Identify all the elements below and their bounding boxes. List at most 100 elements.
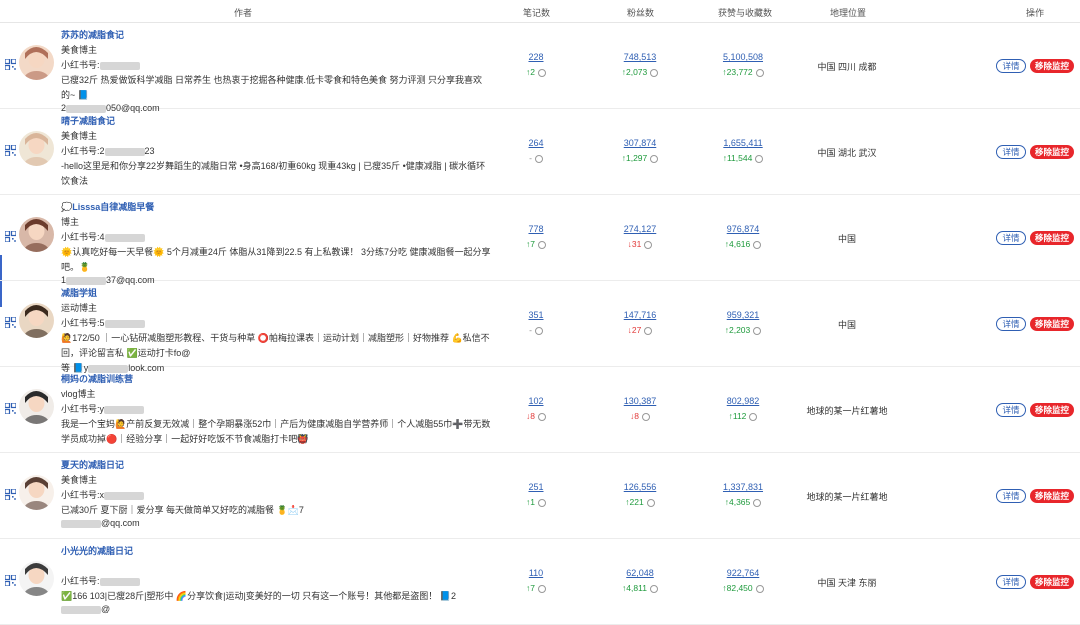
qr-code-icon[interactable] [5, 59, 16, 70]
avatar[interactable] [19, 475, 54, 510]
author-name[interactable]: 小光光的减脂日记 [61, 544, 491, 559]
clock-icon [534, 326, 543, 335]
author-name[interactable]: 苏苏的减脂食记 [61, 28, 491, 43]
clock-icon [641, 412, 650, 421]
notes-delta-value: ↑2 [526, 67, 535, 77]
table-row: 💭Lisssa自律减脂早餐 博主 小红书号:4 🌞认真吃好每一天早餐🌞 5个月减… [0, 195, 1080, 285]
table-row: 桐妈の减脂训练营 vlog博主 小红书号:y 我是一个宝妈🙋产前反复无效减｜整个… [0, 367, 1080, 453]
clock-icon [644, 326, 653, 335]
author-name[interactable]: 桐妈の减脂训练营 [61, 372, 491, 387]
location: 中国 天津 东丽 [817, 578, 877, 588]
qr-code-icon[interactable] [5, 489, 16, 500]
qr-code-icon[interactable] [5, 575, 16, 586]
notes-delta-value: - [529, 325, 532, 335]
remove-monitor-button[interactable]: 移除监控 [1030, 59, 1074, 73]
xhs-id: 小红书号:4 [61, 230, 491, 245]
qr-code-icon[interactable] [5, 145, 16, 156]
col-notes[interactable]: 笔记数 [523, 6, 550, 19]
likes-delta-value: ↑112 [728, 411, 747, 421]
detail-button[interactable]: 详情 [996, 59, 1026, 73]
notes-cell: 264 - [496, 138, 576, 163]
detail-button[interactable]: 详情 [996, 403, 1026, 417]
col-fans[interactable]: 粉丝数 [627, 6, 654, 19]
author-description: 已减30斤 夏下厨｜爱分享 每天做简单又好吃的减脂餐 🍍📩7 [61, 505, 304, 515]
qr-code-icon[interactable] [5, 231, 16, 242]
redacted-text [99, 577, 140, 586]
remove-monitor-button[interactable]: 移除监控 [1030, 403, 1074, 417]
detail-button[interactable]: 详情 [996, 231, 1026, 245]
avatar[interactable] [19, 131, 54, 166]
avatar[interactable] [19, 217, 54, 252]
notes-count[interactable]: 778 [496, 224, 576, 234]
notes-count[interactable]: 102 [496, 396, 576, 406]
likes-delta: ↑82,450 [703, 583, 783, 593]
notes-count[interactable]: 264 [496, 138, 576, 148]
author-name[interactable]: 晴子减脂食记 [61, 114, 491, 129]
author-name[interactable]: 💭Lisssa自律减脂早餐 [61, 200, 491, 215]
detail-button[interactable]: 详情 [996, 489, 1026, 503]
fans-count[interactable]: 147,716 [600, 310, 680, 320]
xhs-id: 小红书号: [61, 58, 491, 73]
detail-button[interactable]: 详情 [996, 317, 1026, 331]
xhs-id-prefix: 小红书号:4 [61, 232, 105, 242]
author-info: 桐妈の减脂训练营 vlog博主 小红书号:y 我是一个宝妈🙋产前反复无效减｜整个… [61, 372, 491, 447]
fans-count[interactable]: 307,874 [600, 138, 680, 148]
avatar[interactable] [19, 303, 54, 338]
qr-code-icon[interactable] [5, 317, 16, 328]
notes-delta-value: ↓8 [526, 411, 535, 421]
notes-cell: 102 ↓8 [496, 396, 576, 421]
notes-count[interactable]: 110 [496, 568, 576, 578]
col-likes[interactable]: 获赞与收藏数 [718, 6, 772, 19]
notes-delta: ↑2 [496, 67, 576, 77]
fans-delta: ↑2,073 [600, 67, 680, 77]
email-suffix: @qq.com [101, 518, 140, 528]
fans-count[interactable]: 274,127 [600, 224, 680, 234]
likes-count[interactable]: 976,874 [703, 224, 783, 234]
fans-count[interactable]: 130,387 [600, 396, 680, 406]
notes-count[interactable]: 251 [496, 482, 576, 492]
qr-code-icon[interactable] [5, 403, 16, 414]
likes-count[interactable]: 1,337,831 [703, 482, 783, 492]
likes-count[interactable]: 802,982 [703, 396, 783, 406]
table-row: 减脂学姐 运动博主 小红书号:5 🙋172/50 ｜一心钻研减脂塑形教程、干货与… [0, 281, 1080, 373]
remove-monitor-button[interactable]: 移除监控 [1030, 231, 1074, 245]
avatar[interactable] [19, 389, 54, 424]
remove-monitor-button[interactable]: 移除监控 [1030, 489, 1074, 503]
fans-count[interactable]: 62,048 [600, 568, 680, 578]
likes-cell: 1,337,831 ↑4,365 [703, 482, 783, 507]
xhs-id: 小红书号: [61, 574, 491, 589]
table-row: 苏苏的减脂食记 美食博主 小红书号: 已瘦32斤 热爱做饭科学减脂 日常养生 也… [0, 23, 1080, 113]
detail-button[interactable]: 详情 [996, 145, 1026, 159]
table-row: 小光光的减脂日记 小红书号: ✅166 103|已瘦28斤|塑形中 🌈分享饮食|… [0, 539, 1080, 625]
fans-count[interactable]: 126,556 [600, 482, 680, 492]
likes-count[interactable]: 922,764 [703, 568, 783, 578]
fans-delta: ↓31 [600, 239, 680, 249]
table-row: 晴子减脂食记 美食博主 小红书号:2 23 -hello这里是和你分享22岁舞蹈生… [0, 109, 1080, 195]
author-description: 🌞认真吃好每一天早餐🌞 5个月减重24斤 体脂从31降到22.5 有上私教课！ … [61, 247, 491, 272]
fans-delta-value: ↑4,811 [622, 583, 647, 593]
likes-count[interactable]: 959,321 [703, 310, 783, 320]
likes-delta-value: ↑23,772 [722, 67, 753, 77]
detail-button[interactable]: 详情 [996, 575, 1026, 589]
author-info: 小光光的减脂日记 小红书号: ✅166 103|已瘦28斤|塑形中 🌈分享饮食|… [61, 544, 491, 619]
author-description: -hello这里是和你分享22岁舞蹈生的减脂日常 •身高168/初重60kg 现… [61, 161, 486, 186]
avatar[interactable] [19, 45, 54, 80]
fans-count[interactable]: 748,513 [600, 52, 680, 62]
location: 中国 [837, 320, 856, 330]
remove-monitor-button[interactable]: 移除监控 [1030, 145, 1074, 159]
col-actions: 操作 [1026, 8, 1045, 18]
likes-count[interactable]: 1,655,411 [703, 138, 783, 148]
author-name[interactable]: 减脂学姐 [61, 286, 491, 301]
fans-cell: 147,716 ↓27 [600, 310, 680, 335]
remove-monitor-button[interactable]: 移除监控 [1030, 575, 1074, 589]
notes-count[interactable]: 351 [496, 310, 576, 320]
likes-count[interactable]: 5,100,508 [703, 52, 783, 62]
author-name[interactable]: 夏天的减脂日记 [61, 458, 491, 473]
fans-delta-value: ↓31 [627, 239, 642, 249]
likes-delta: ↑2,203 [703, 325, 783, 335]
avatar[interactable] [19, 561, 54, 596]
redacted-text [61, 519, 101, 528]
remove-monitor-button[interactable]: 移除监控 [1030, 317, 1074, 331]
xhs-id-prefix: 小红书号:5 [61, 318, 105, 328]
notes-count[interactable]: 228 [496, 52, 576, 62]
